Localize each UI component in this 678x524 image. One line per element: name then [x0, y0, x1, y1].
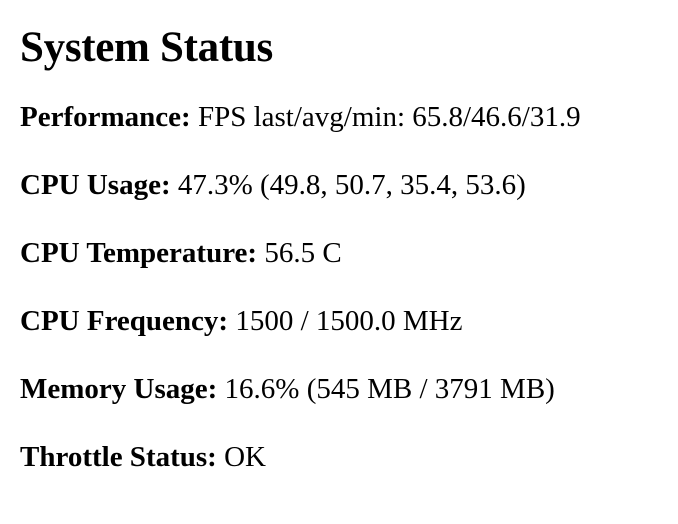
stat-label-memory-usage: Memory Usage:	[20, 373, 225, 405]
stat-label-performance: Performance:	[20, 101, 198, 133]
stat-row-memory-usage: Memory Usage: 16.6% (545 MB / 3791 MB)	[20, 372, 678, 406]
stat-row-performance: Performance: FPS last/avg/min: 65.8/46.6…	[20, 100, 678, 134]
stat-value-performance: FPS last/avg/min: 65.8/46.6/31.9	[197, 101, 581, 133]
stat-value-cpu-frequency: 1500 / 1500.0 MHz	[235, 305, 463, 337]
stat-row-cpu-frequency: CPU Frequency: 1500 / 1500.0 MHz	[20, 304, 678, 338]
stat-list: Performance: FPS last/avg/min: 65.8/46.6…	[20, 100, 678, 474]
stat-value-cpu-temperature: 56.5 C	[264, 237, 342, 269]
stat-label-cpu-usage: CPU Usage:	[20, 169, 178, 201]
stat-row-throttle-status: Throttle Status: OK	[20, 440, 678, 474]
stat-row-cpu-usage: CPU Usage: 47.3% (49.8, 50.7, 35.4, 53.6…	[20, 168, 678, 202]
stat-label-cpu-temperature: CPU Temperature:	[20, 237, 265, 269]
stat-value-cpu-usage: 47.3% (49.8, 50.7, 35.4, 53.6)	[177, 169, 526, 201]
system-status-page: System Status Performance: FPS last/avg/…	[0, 0, 678, 524]
stat-label-cpu-frequency: CPU Frequency:	[20, 305, 236, 337]
stat-row-cpu-temperature: CPU Temperature: 56.5 C	[20, 236, 678, 270]
stat-label-throttle-status: Throttle Status:	[20, 441, 225, 473]
stat-value-memory-usage: 16.6% (545 MB / 3791 MB)	[224, 373, 555, 405]
page-title: System Status	[20, 24, 273, 71]
stat-value-throttle-status: OK	[224, 441, 266, 473]
